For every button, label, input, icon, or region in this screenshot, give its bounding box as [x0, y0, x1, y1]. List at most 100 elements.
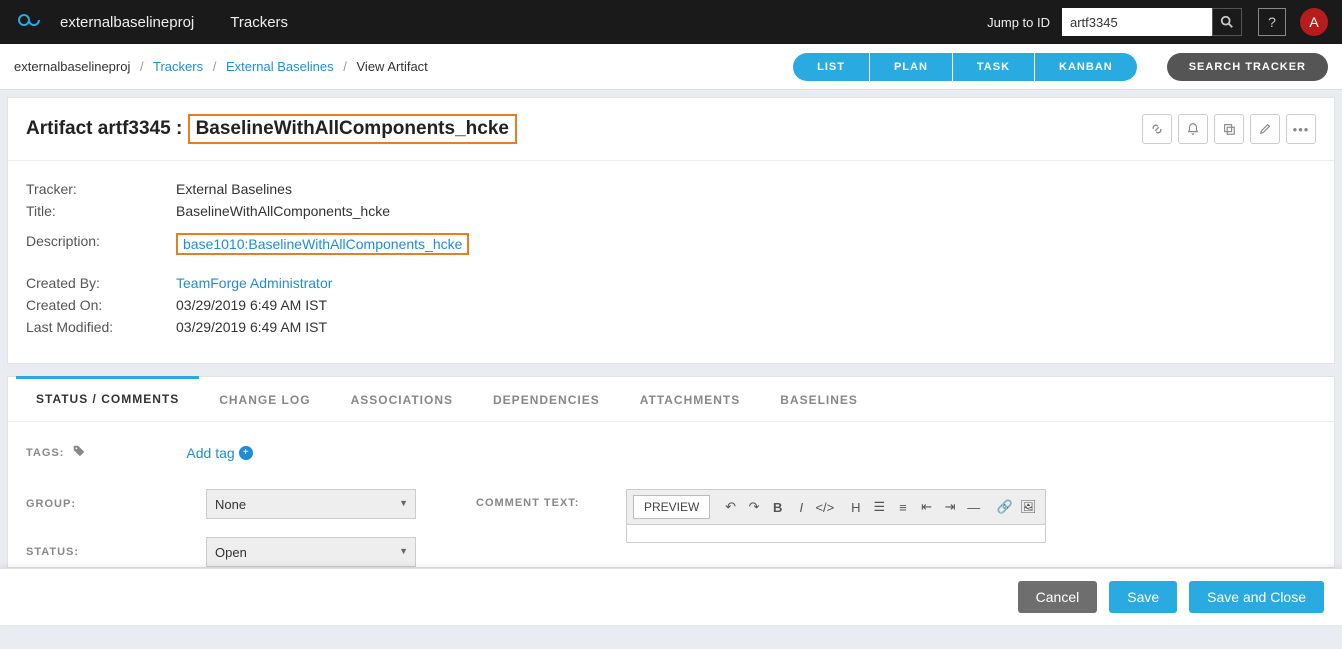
tag-icon [72, 444, 86, 461]
link-icon: 🔗 [997, 499, 1013, 515]
outdent-button[interactable]: ⇤ [916, 495, 938, 519]
created-by-label: Created By: [26, 275, 176, 291]
tab-change-log[interactable]: CHANGE LOG [199, 377, 330, 421]
heading-button[interactable]: H [845, 495, 867, 519]
preview-button[interactable]: PREVIEW [633, 495, 710, 519]
more-button[interactable]: ••• [1286, 114, 1316, 144]
copy-icon [1222, 122, 1236, 136]
breadcrumb-sep: / [343, 59, 347, 74]
link-button[interactable]: 🔗 [994, 495, 1016, 519]
app-logo[interactable] [14, 10, 44, 34]
notify-button[interactable] [1178, 114, 1208, 144]
search-icon [1220, 15, 1234, 29]
description-highlight: base1010:BaselineWithAllComponents_hcke [176, 233, 469, 255]
jump-to-id-input[interactable] [1062, 8, 1212, 36]
comment-row: COMMENT TEXT: PREVIEW ↶ ↷ B I </> H [476, 489, 1316, 543]
breadcrumb-item: View Artifact [357, 59, 428, 74]
image-button[interactable]: 🖼 [1017, 495, 1039, 519]
editor-toolbar: PREVIEW ↶ ↷ B I </> H ☰ ≡ ⇤ ⇥ [626, 489, 1046, 525]
clone-button[interactable] [1214, 114, 1244, 144]
add-tag-button[interactable]: Add tag + [186, 445, 252, 461]
ol-button[interactable]: ≡ [892, 495, 914, 519]
ol-icon: ≡ [899, 500, 907, 515]
group-select[interactable]: None [206, 489, 416, 519]
project-name[interactable]: externalbaselineproj [60, 14, 194, 31]
image-icon: 🖼 [1020, 499, 1037, 515]
artifact-title-highlight: BaselineWithAllComponents_hcke [188, 114, 517, 144]
help-button[interactable]: ? [1258, 8, 1286, 36]
view-task[interactable]: TASK [953, 53, 1035, 81]
bold-icon: B [773, 500, 782, 515]
form-left-col: GROUP: None STATUS: Open [26, 489, 416, 567]
group-label: GROUP: [26, 498, 206, 510]
tab-associations[interactable]: ASSOCIATIONS [331, 377, 473, 421]
created-on-value: 03/29/2019 6:49 AM IST [176, 297, 327, 313]
status-row: STATUS: Open [26, 537, 416, 567]
indent-button[interactable]: ⇥ [939, 495, 961, 519]
save-button[interactable]: Save [1109, 581, 1177, 613]
nav-trackers[interactable]: Trackers [230, 14, 288, 31]
artifact-actions: ••• [1142, 114, 1316, 144]
last-modified-label: Last Modified: [26, 319, 176, 335]
hr-icon: — [967, 500, 980, 515]
artifact-title: Artifact artf3345 : BaselineWithAllCompo… [26, 114, 517, 144]
search-button[interactable] [1212, 8, 1242, 36]
view-plan[interactable]: PLAN [870, 53, 953, 81]
cancel-button[interactable]: Cancel [1018, 581, 1098, 613]
redo-icon: ↷ [749, 499, 760, 515]
subbar: externalbaselineproj / Trackers / Extern… [0, 44, 1342, 90]
view-kanban[interactable]: KANBAN [1035, 53, 1137, 81]
breadcrumb-sep: / [140, 59, 144, 74]
tab-baselines[interactable]: BASELINES [760, 377, 878, 421]
tab-status-comments[interactable]: STATUS / COMMENTS [16, 376, 199, 421]
tracker-label: Tracker: [26, 181, 176, 197]
edit-button[interactable] [1250, 114, 1280, 144]
description-label: Description: [26, 233, 176, 255]
comment-editor: PREVIEW ↶ ↷ B I </> H ☰ ≡ ⇤ ⇥ [626, 489, 1046, 543]
add-tag-label: Add tag [186, 445, 234, 461]
heading-icon: H [851, 500, 860, 515]
tab-dependencies[interactable]: DEPENDENCIES [473, 377, 620, 421]
tabs-card: STATUS / COMMENTS CHANGE LOG ASSOCIATION… [7, 376, 1335, 568]
comment-textarea[interactable] [626, 525, 1046, 543]
undo-button[interactable]: ↶ [720, 495, 742, 519]
ul-icon: ☰ [874, 499, 886, 515]
artifact-details: Tracker:External Baselines Title:Baselin… [8, 161, 1334, 363]
jump-to-id-label: Jump to ID [987, 15, 1050, 30]
created-by-link[interactable]: TeamForge Administrator [176, 275, 332, 291]
outdent-icon: ⇤ [921, 499, 932, 515]
breadcrumb: externalbaselineproj / Trackers / Extern… [14, 59, 428, 74]
search-tracker-button[interactable]: SEARCH TRACKER [1167, 53, 1328, 81]
last-modified-value: 03/29/2019 6:49 AM IST [176, 319, 327, 335]
indent-icon: ⇥ [945, 499, 956, 515]
description-link[interactable]: base1010:BaselineWithAllComponents_hcke [183, 236, 462, 252]
hr-button[interactable]: — [963, 495, 985, 519]
breadcrumb-item[interactable]: External Baselines [226, 59, 334, 74]
user-avatar[interactable]: A [1300, 8, 1328, 36]
created-on-label: Created On: [26, 297, 176, 313]
bell-icon [1186, 122, 1200, 136]
code-icon: </> [815, 500, 834, 515]
view-list[interactable]: LIST [793, 53, 870, 81]
code-button[interactable]: </> [814, 495, 836, 519]
form-right-col: COMMENT TEXT: PREVIEW ↶ ↷ B I </> H [476, 489, 1316, 567]
breadcrumb-sep: / [213, 59, 217, 74]
bold-button[interactable]: B [767, 495, 789, 519]
breadcrumb-item[interactable]: Trackers [153, 59, 203, 74]
redo-button[interactable]: ↷ [743, 495, 765, 519]
title-label: Title: [26, 203, 176, 219]
form-grid: GROUP: None STATUS: Open COMMENT TEXT: P… [26, 489, 1316, 567]
breadcrumb-item[interactable]: externalbaselineproj [14, 59, 130, 74]
tab-attachments[interactable]: ATTACHMENTS [620, 377, 761, 421]
footer: Cancel Save Save and Close [0, 568, 1342, 625]
status-select[interactable]: Open [206, 537, 416, 567]
plus-icon: + [239, 446, 253, 460]
comment-label: COMMENT TEXT: [476, 489, 626, 509]
tab-body: TAGS: Add tag + GROUP: None STATUS: Open [8, 422, 1334, 567]
ul-button[interactable]: ☰ [869, 495, 891, 519]
save-and-close-button[interactable]: Save and Close [1189, 581, 1324, 613]
undo-icon: ↶ [725, 499, 736, 515]
italic-button[interactable]: I [790, 495, 812, 519]
link-button[interactable] [1142, 114, 1172, 144]
group-row: GROUP: None [26, 489, 416, 519]
